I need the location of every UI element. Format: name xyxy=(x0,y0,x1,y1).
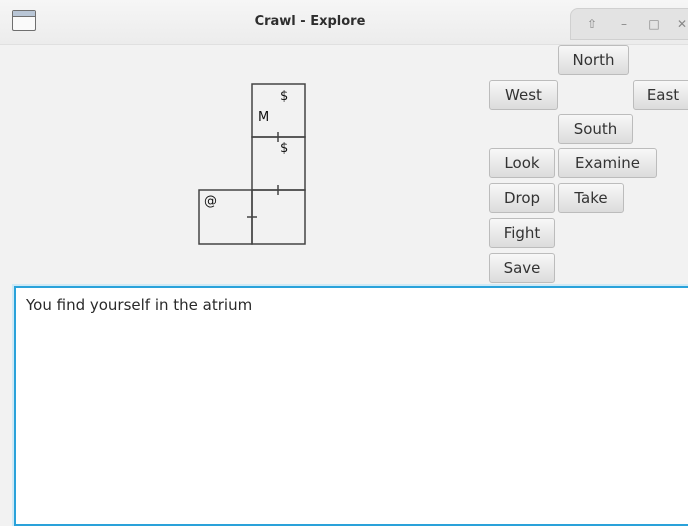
east-button[interactable]: East xyxy=(633,80,688,110)
close-icon[interactable]: ✕ xyxy=(673,15,688,33)
examine-button[interactable]: Examine xyxy=(558,148,657,178)
take-button[interactable]: Take xyxy=(558,183,624,213)
window-title: Crawl - Explore xyxy=(254,14,366,29)
west-button[interactable]: West xyxy=(489,80,558,110)
map-room-1: $ M xyxy=(251,83,306,138)
fight-button[interactable]: Fight xyxy=(489,218,555,248)
drop-button[interactable]: Drop xyxy=(489,183,555,213)
map-gold-marker: $ xyxy=(280,89,288,104)
north-button[interactable]: North xyxy=(558,45,629,75)
save-button[interactable]: Save xyxy=(489,253,555,283)
minimize-icon[interactable]: – xyxy=(615,15,633,33)
map-player-marker: @ xyxy=(204,194,217,209)
maximize-icon[interactable]: □ xyxy=(645,15,663,33)
map-monster-marker: M xyxy=(258,110,269,125)
output-message: You find yourself in the atrium xyxy=(26,296,253,314)
dungeon-map: $ M $ @ xyxy=(198,83,306,245)
output-textarea[interactable]: You find yourself in the atrium xyxy=(14,286,688,526)
map-room-4: @ xyxy=(198,189,253,245)
window-controls: ⇧ – □ ✕ xyxy=(570,8,688,40)
map-room-3 xyxy=(251,189,306,245)
map-gold-marker: $ xyxy=(280,141,288,156)
south-button[interactable]: South xyxy=(558,114,633,144)
title-bar: Crawl - Explore ⇧ – □ ✕ xyxy=(0,0,688,45)
restore-icon[interactable]: ⇧ xyxy=(583,15,601,33)
look-button[interactable]: Look xyxy=(489,148,555,178)
map-room-2: $ xyxy=(251,136,306,191)
